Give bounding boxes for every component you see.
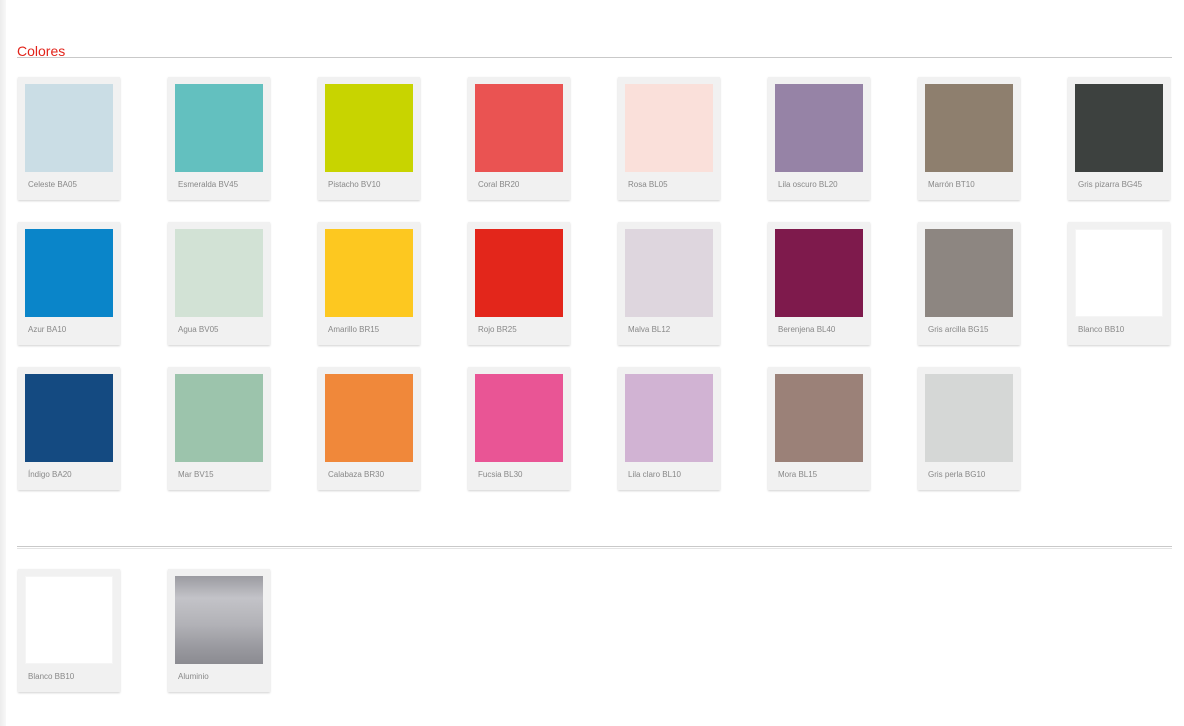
color-swatch-card[interactable]: Lila claro BL10	[618, 367, 720, 490]
color-swatch-card[interactable]: Índigo BA20	[18, 367, 120, 490]
color-swatch-card[interactable]: Aluminio	[168, 569, 270, 692]
color-swatch-card[interactable]: Gris perla BG10	[918, 367, 1020, 490]
color-swatch	[925, 374, 1013, 462]
color-swatch-card[interactable]: Gris pizarra BG45	[1068, 77, 1170, 200]
color-swatch-label: Aluminio	[178, 672, 209, 681]
color-swatch	[175, 229, 263, 317]
color-swatch-card[interactable]: Marrón BT10	[918, 77, 1020, 200]
color-swatch-card[interactable]: Fucsia BL30	[468, 367, 570, 490]
finish-swatch-grid: Blanco BB10 Aluminio	[18, 569, 1170, 692]
color-swatch	[175, 374, 263, 462]
color-swatch-card[interactable]: Agua BV05	[168, 222, 270, 345]
color-swatch-label: Gris arcilla BG15	[928, 325, 989, 334]
color-swatch	[325, 84, 413, 172]
color-swatch-card[interactable]: Azur BA10	[18, 222, 120, 345]
color-swatch-label: Índigo BA20	[28, 470, 72, 479]
color-swatch-card[interactable]: Blanco BB10	[18, 569, 120, 692]
left-edge-shadow	[0, 0, 6, 726]
color-swatch-label: Lila oscuro BL20	[778, 180, 838, 189]
color-swatch	[475, 84, 563, 172]
color-swatch-label: Blanco BB10	[1078, 325, 1125, 334]
color-swatch	[25, 84, 113, 172]
color-swatch-label: Gris perla BG10	[928, 470, 986, 479]
color-swatch	[325, 374, 413, 462]
color-swatch	[625, 84, 713, 172]
color-swatch-label: Azur BA10	[28, 325, 67, 334]
color-swatch	[25, 576, 113, 664]
color-swatch-label: Marrón BT10	[928, 180, 975, 189]
color-swatch	[925, 84, 1013, 172]
color-swatch	[925, 229, 1013, 317]
section-divider-middle	[17, 546, 1172, 547]
color-swatch-label: Lila claro BL10	[628, 470, 681, 479]
color-swatch	[175, 84, 263, 172]
color-swatch-card[interactable]: Mar BV15	[168, 367, 270, 490]
color-swatch	[775, 229, 863, 317]
color-swatch-label: Berenjena BL40	[778, 325, 836, 334]
color-swatch	[475, 374, 563, 462]
color-swatch	[25, 229, 113, 317]
color-swatch	[25, 374, 113, 462]
color-swatch-label: Calabaza BR30	[328, 470, 385, 479]
color-swatch	[175, 576, 263, 664]
color-swatch-card[interactable]: Malva BL12	[618, 222, 720, 345]
color-swatch-card[interactable]: Amarillo BR15	[318, 222, 420, 345]
color-swatch-card[interactable]: Esmeralda BV45	[168, 77, 270, 200]
color-swatch-label: Amarillo BR15	[328, 325, 380, 334]
color-swatch-card[interactable]: Pistacho BV10	[318, 77, 420, 200]
color-swatch-label: Celeste BA05	[28, 180, 77, 189]
color-swatch	[625, 374, 713, 462]
color-swatch-card[interactable]: Blanco BB10	[1068, 222, 1170, 345]
color-swatch-label: Pistacho BV10	[328, 180, 381, 189]
color-swatch	[1075, 84, 1163, 172]
color-swatch-label: Agua BV05	[178, 325, 219, 334]
color-swatch-label: Rojo BR25	[478, 325, 517, 334]
section-divider-top	[17, 57, 1172, 58]
color-swatch-label: Gris pizarra BG45	[1078, 180, 1143, 189]
color-swatch	[775, 374, 863, 462]
color-swatch-label: Coral BR20	[478, 180, 520, 189]
color-swatch-card[interactable]: Rosa BL05	[618, 77, 720, 200]
color-swatch-card[interactable]: Calabaza BR30	[318, 367, 420, 490]
color-swatch-card[interactable]: Berenjena BL40	[768, 222, 870, 345]
color-swatch-label: Rosa BL05	[628, 180, 668, 189]
color-swatch-card[interactable]: Lila oscuro BL20	[768, 77, 870, 200]
color-swatch	[625, 229, 713, 317]
color-swatch-label: Mar BV15	[178, 470, 214, 479]
color-swatch-card[interactable]: Gris arcilla BG15	[918, 222, 1020, 345]
color-swatch	[475, 229, 563, 317]
color-swatch-grid: Celeste BA05 Esmeralda BV45 Pistacho BV1…	[18, 77, 1170, 490]
color-swatch-label: Malva BL12	[628, 325, 671, 334]
color-swatch-label: Blanco BB10	[28, 672, 75, 681]
color-swatch-label: Fucsia BL30	[478, 470, 523, 479]
color-swatch-label: Esmeralda BV45	[178, 180, 239, 189]
color-swatch-card[interactable]: Celeste BA05	[18, 77, 120, 200]
color-swatch-card[interactable]: Mora BL15	[768, 367, 870, 490]
color-swatch-card[interactable]: Coral BR20	[468, 77, 570, 200]
color-swatch-card[interactable]: Rojo BR25	[468, 222, 570, 345]
color-swatch	[325, 229, 413, 317]
color-swatch	[1075, 229, 1163, 317]
color-swatch	[775, 84, 863, 172]
color-swatch-label: Mora BL15	[778, 470, 818, 479]
